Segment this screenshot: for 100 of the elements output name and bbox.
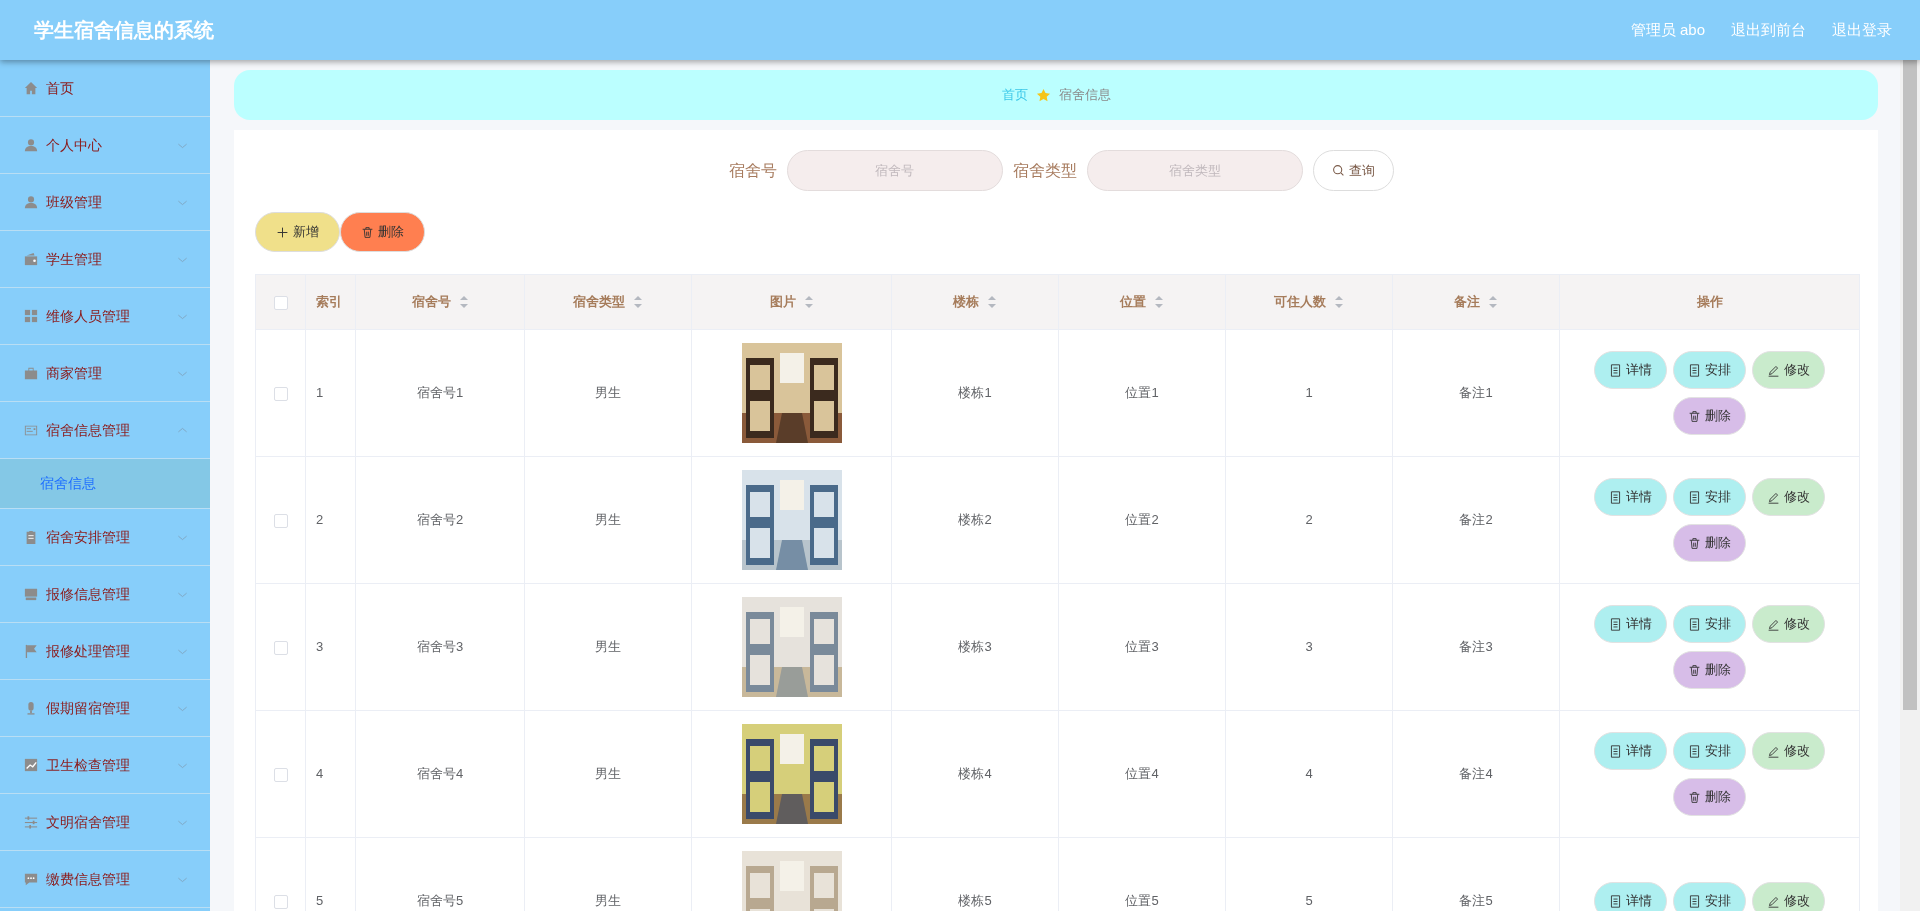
column-header[interactable]: 位置 — [1120, 292, 1146, 312]
document-icon — [1688, 490, 1701, 504]
card-icon — [24, 423, 38, 437]
checkbox[interactable] — [273, 767, 288, 782]
detail-button[interactable]: 安排 — [1673, 882, 1746, 911]
search-icon — [1331, 164, 1345, 177]
table-cell: 楼栋5 — [958, 893, 992, 909]
pencil-icon — [1767, 363, 1780, 377]
edit-button[interactable]: 修改 — [1752, 478, 1825, 516]
pencil-icon — [1767, 894, 1780, 908]
scrollbar-thumb[interactable] — [1903, 60, 1917, 710]
edit-button[interactable]: 修改 — [1752, 882, 1825, 911]
field-label: 宿舍类型 — [1012, 160, 1077, 181]
column-header[interactable]: 备注 — [1454, 292, 1480, 312]
table-cell: 4 — [316, 766, 324, 782]
table-cell: 备注5 — [1459, 893, 1493, 909]
sidebar-item[interactable]: 文明宿舍管理 — [46, 811, 177, 833]
column-header: 操作 — [1696, 293, 1723, 312]
detail-button[interactable]: 安排 — [1673, 478, 1746, 516]
sidebar-item[interactable]: 卫生检查管理 — [46, 754, 177, 776]
pencil-icon — [1767, 617, 1780, 631]
table-cell: 宿舍号3 — [416, 639, 464, 655]
chat-icon — [24, 872, 38, 886]
delete-button[interactable]: 删除 — [1673, 524, 1746, 562]
column-header[interactable]: 楼栋 — [953, 292, 979, 312]
table-cell: 1 — [1305, 385, 1313, 401]
checkbox[interactable] — [273, 386, 288, 401]
document-icon — [1609, 363, 1622, 377]
table-cell: 1 — [316, 385, 324, 401]
sidebar-item[interactable]: 缴费信息管理 — [46, 868, 177, 890]
column-header[interactable]: 宿舍号 — [411, 292, 451, 312]
checkbox[interactable] — [273, 513, 288, 528]
delete-button[interactable]: 删除 — [1673, 651, 1746, 689]
field-label: 宿舍号 — [728, 160, 777, 181]
table-cell: 备注3 — [1459, 639, 1493, 655]
detail-button[interactable]: 安排 — [1673, 732, 1746, 770]
edit-button[interactable]: 修改 — [1752, 732, 1825, 770]
sidebar-item[interactable]: 维修人员管理 — [46, 305, 177, 327]
trash-icon — [361, 225, 374, 239]
column-header[interactable]: 宿舍类型 — [573, 292, 625, 312]
checkbox[interactable] — [273, 295, 288, 310]
chart-icon — [24, 758, 38, 772]
edit-button[interactable]: 修改 — [1752, 605, 1825, 643]
column-header[interactable]: 图片 — [769, 292, 796, 312]
sidebar-item[interactable]: 学生管理 — [46, 248, 177, 270]
sidebar-item[interactable]: 宿舍安排管理 — [46, 526, 177, 548]
checkbox[interactable] — [273, 894, 288, 909]
sidebar-item[interactable]: 商家管理 — [46, 362, 177, 384]
add-button[interactable]: 新增 — [255, 212, 340, 252]
table-cell: 位置5 — [1125, 893, 1159, 909]
sidebar-item[interactable]: 班级管理 — [46, 191, 177, 213]
table-cell: 男生 — [595, 766, 621, 782]
pencil-icon — [1767, 744, 1780, 758]
detail-button[interactable]: 安排 — [1673, 605, 1746, 643]
detail-button[interactable]: 详情 — [1594, 478, 1667, 516]
sidebar-item[interactable]: 假期留宿管理 — [46, 697, 177, 719]
trash-icon — [1688, 536, 1701, 550]
grid-icon — [24, 309, 38, 323]
table-cell: 2 — [316, 512, 324, 528]
pencil-icon — [1767, 490, 1780, 504]
trash-icon — [1688, 790, 1701, 804]
detail-button[interactable]: 安排 — [1673, 351, 1746, 389]
document-icon — [1688, 894, 1701, 908]
sidebar-item[interactable]: 宿舍信息管理 — [46, 419, 177, 441]
star-icon — [1035, 87, 1051, 103]
checkbox[interactable] — [273, 640, 288, 655]
sliders-icon — [24, 815, 38, 829]
user-icon — [24, 138, 38, 152]
breadcrumb-item: 宿舍信息 — [1058, 86, 1111, 105]
table-cell: 备注1 — [1459, 385, 1493, 401]
detail-button[interactable]: 详情 — [1594, 605, 1667, 643]
delete-button[interactable]: 删除 — [1673, 397, 1746, 435]
plus-icon — [276, 225, 289, 239]
detail-button[interactable]: 详情 — [1594, 882, 1667, 911]
column-header[interactable]: 可住人数 — [1274, 292, 1326, 312]
table-cell: 位置4 — [1125, 766, 1159, 782]
table-cell: 宿舍号4 — [416, 766, 464, 782]
delete-button[interactable]: 删除 — [1673, 778, 1746, 816]
flag-icon — [24, 644, 38, 658]
detail-button[interactable]: 详情 — [1594, 351, 1667, 389]
table-cell: 备注4 — [1459, 766, 1493, 782]
table-cell: 位置3 — [1125, 639, 1159, 655]
document-icon — [1609, 617, 1622, 631]
edit-button[interactable]: 修改 — [1752, 351, 1825, 389]
document-icon — [1688, 744, 1701, 758]
sidebar-item[interactable]: 报修处理管理 — [46, 640, 177, 662]
search-button[interactable]: 查询 — [1312, 150, 1394, 191]
detail-button[interactable]: 详情 — [1594, 732, 1667, 770]
document-icon — [1609, 744, 1622, 758]
wallet-icon — [24, 252, 38, 266]
scrollbar[interactable] — [1900, 60, 1920, 911]
table-cell: 4 — [1305, 766, 1313, 782]
sidebar-item[interactable]: 首页 — [46, 77, 188, 99]
home-icon — [24, 81, 38, 95]
sidebar-item[interactable]: 报修信息管理 — [46, 583, 177, 605]
document-icon — [1688, 617, 1701, 631]
delete-button[interactable]: 删除 — [340, 212, 425, 252]
table-cell: 宿舍号1 — [416, 385, 464, 401]
sidebar-item[interactable]: 个人中心 — [46, 134, 177, 156]
document-icon — [1609, 490, 1622, 504]
